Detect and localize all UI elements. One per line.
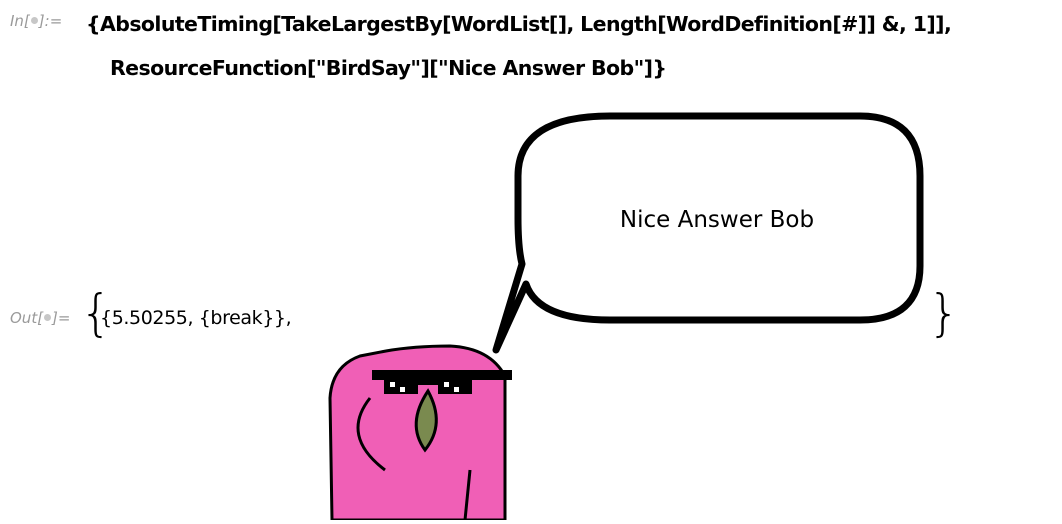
input-label-prefix: In[ (10, 12, 30, 30)
output-cell-label: Out[ ]= (10, 309, 70, 327)
speech-bubble-text: Nice Answer Bob (620, 207, 814, 233)
cell-number-placeholder-icon (30, 17, 38, 24)
output-label-prefix: Out[ (10, 309, 44, 327)
bird-say-graphic: Nice Answer Bob (328, 112, 924, 520)
bird-icon (328, 344, 512, 520)
input-code-line-1[interactable]: {AbsoluteTiming[TakeLargestBy[WordList[]… (86, 12, 952, 36)
output-timing-result: {5.50255, {break}}, (100, 307, 292, 329)
input-code-line-2[interactable]: ResourceFunction["BirdSay"]["Nice Answer… (110, 56, 667, 80)
cell-number-placeholder-icon (44, 314, 52, 321)
speech-bubble: Nice Answer Bob (492, 112, 924, 354)
input-cell-label: In[ ]:= (10, 12, 62, 30)
output-label-suffix: ]= (52, 309, 71, 327)
input-label-suffix: ]:= (38, 12, 63, 30)
